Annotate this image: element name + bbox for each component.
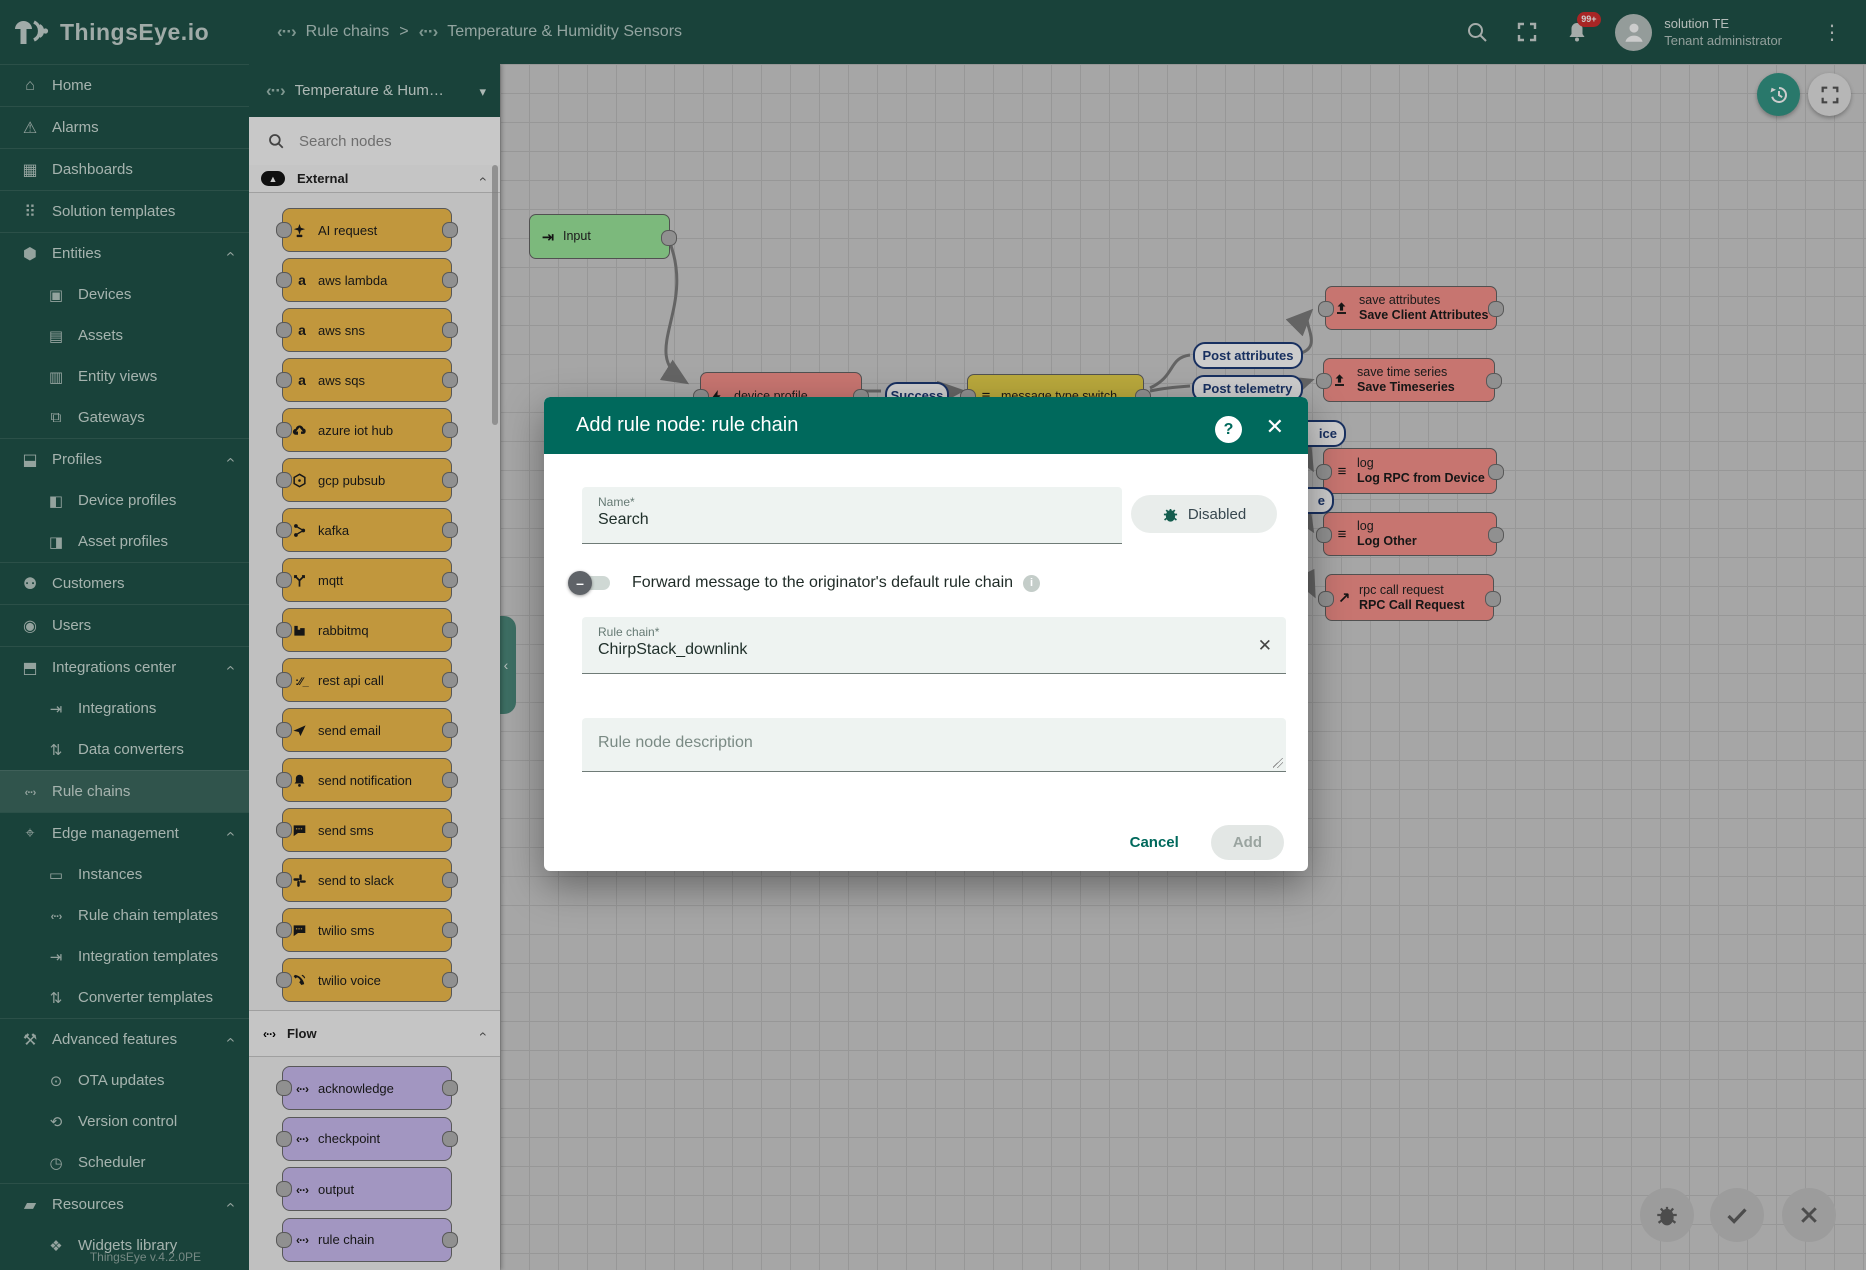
add-button[interactable]: Add <box>1211 825 1284 860</box>
forward-toggle[interactable]: – <box>574 576 610 590</box>
dialog-actions: Cancel Add <box>1118 825 1284 860</box>
help-icon[interactable]: ? <box>1215 416 1242 443</box>
forward-toggle-label: Forward message to the originator's defa… <box>632 574 1013 592</box>
resize-handle[interactable] <box>1273 758 1283 768</box>
rule-chain-field-value: ChirpStack_downlink <box>598 641 1286 659</box>
info-icon[interactable]: i <box>1023 575 1040 592</box>
name-field[interactable]: Name* Search <box>582 487 1122 544</box>
description-field[interactable]: Rule node description <box>582 718 1286 772</box>
name-field-label: Name* <box>598 495 1122 509</box>
description-placeholder: Rule node description <box>598 734 1286 752</box>
rule-chain-field-label: Rule chain* <box>598 625 1286 639</box>
cancel-button[interactable]: Cancel <box>1118 826 1191 859</box>
dialog-header: Add rule node: rule chain ? ✕ <box>544 397 1308 454</box>
disabled-button-label: Disabled <box>1188 506 1246 523</box>
bug-icon <box>1162 506 1179 523</box>
toggle-knob: – <box>568 571 592 595</box>
name-field-value: Search <box>598 511 1122 529</box>
clear-icon[interactable]: ✕ <box>1258 636 1272 656</box>
dialog-title: Add rule node: rule chain <box>576 414 798 437</box>
forward-toggle-row: – Forward message to the originator's de… <box>574 569 1040 597</box>
add-rule-node-dialog: Add rule node: rule chain ? ✕ Name* Sear… <box>544 397 1308 871</box>
close-icon[interactable]: ✕ <box>1266 414 1284 440</box>
debug-disabled-button[interactable]: Disabled <box>1131 495 1277 533</box>
app-root: ThingsEye.io ‹··› Rule chains > ‹··› Tem… <box>0 0 1866 1270</box>
rule-chain-field[interactable]: Rule chain* ChirpStack_downlink ✕ <box>582 617 1286 674</box>
